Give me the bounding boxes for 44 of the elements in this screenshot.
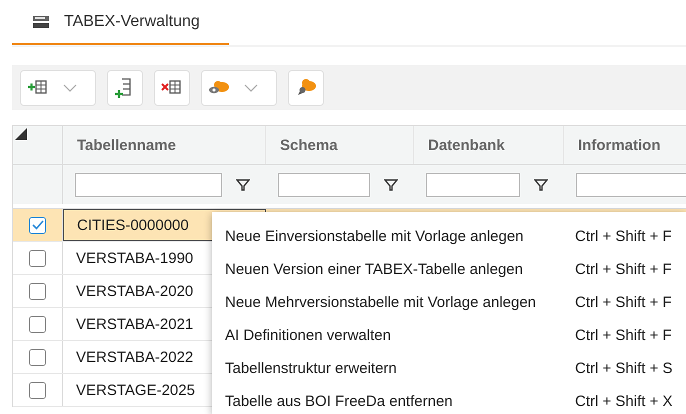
tray-icon (32, 14, 50, 28)
filter-field[interactable] (576, 172, 686, 196)
shortcut-label: Ctrl + Shift + F (575, 261, 672, 278)
menu-item[interactable]: Neue Mehrversionstabelle mit Vorlage anlegen (225, 294, 575, 311)
menu-item[interactable]: AI Definitionen verwalten (225, 327, 575, 344)
table-cell: VERSTABA-2021 (76, 316, 194, 332)
filter-field[interactable] (426, 172, 520, 196)
checkbox[interactable] (29, 382, 46, 398)
checkbox[interactable] (29, 316, 46, 332)
tab[interactable]: TABEX-Verwaltung (12, 0, 229, 45)
column-header[interactable]: Tabellenname (63, 126, 266, 164)
menu-item[interactable]: Tabelle aus BOI FreeDa entfernen (225, 393, 575, 410)
corner-triangle-icon (15, 128, 27, 140)
table-cell: VERSTAGE-2025 (76, 382, 195, 398)
shortcut-label: Ctrl + Shift + F (575, 294, 672, 311)
shortcut-label: Ctrl + Shift + F (575, 228, 672, 245)
filter-icon (236, 178, 250, 190)
toolbar-button[interactable] (20, 70, 96, 106)
chevron-down-icon (63, 84, 77, 92)
checkbox[interactable] (29, 282, 46, 300)
chevron-down-icon (244, 84, 258, 92)
toolbar-button[interactable] (154, 70, 190, 106)
filter-icon (534, 178, 548, 190)
column-header[interactable]: Information (564, 126, 686, 164)
table-cell: VERSTABA-2020 (76, 282, 194, 300)
filter-field[interactable] (278, 172, 370, 196)
menu-item[interactable]: Tabellenstruktur erweitern (225, 360, 575, 377)
toolbar-button[interactable] (288, 70, 324, 106)
shortcut-label: Ctrl + Shift + X (575, 393, 673, 410)
filter-icon (384, 178, 398, 190)
menu-item[interactable]: Neue Einversionstabelle mit Vorlage anlegen (225, 228, 575, 245)
table-cell: VERSTABA-2022 (76, 348, 194, 366)
checkbox[interactable] (29, 216, 46, 234)
shortcut-label: Ctrl + Shift + S (575, 360, 673, 377)
table-cell: CITIES-0000000 (77, 216, 189, 234)
menu-item[interactable]: Neuen Version einer TABEX-Tabelle anlegen (225, 261, 575, 278)
shortcut-label: Ctrl + Shift + F (575, 327, 672, 344)
checkbox[interactable] (29, 250, 46, 266)
column-header[interactable]: Schema (266, 126, 414, 164)
toolbar-button[interactable] (107, 70, 143, 106)
table-cell: VERSTABA-1990 (76, 250, 194, 266)
column-header[interactable]: Datenbank (414, 126, 564, 164)
checkbox[interactable] (29, 348, 46, 366)
filter-field[interactable] (75, 172, 222, 196)
